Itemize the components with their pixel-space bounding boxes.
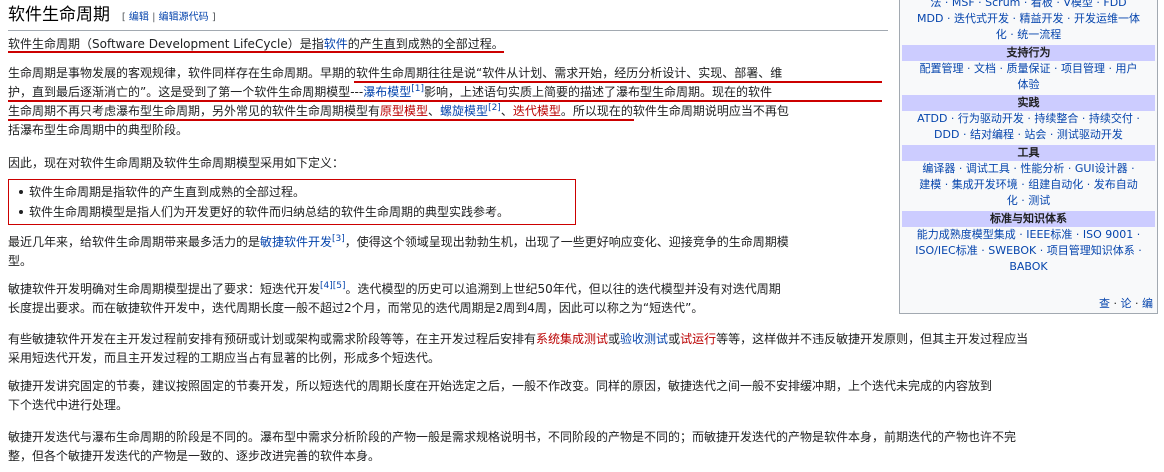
section-heading: 软件生命周期 [ 编辑 | 编辑源代码 ] — [8, 4, 888, 31]
link-system-integration-test[interactable]: 系统集成测试 — [536, 332, 608, 346]
practices-list[interactable]: ATDD · 行为驱动开发 · 持续整合 · 持续交付 · DDD · 结对编程… — [900, 111, 1157, 143]
text-line: 敏捷开发讲究固定的节奏，建议按照固定的节奏开发，所以短迭代的周期长度在开始选定之… — [8, 379, 993, 393]
practices-line[interactable]: DDD · 结对编程 · 站会 · 测试驱动开发 — [906, 127, 1151, 143]
text: 、 — [428, 104, 441, 118]
bracket-open: [ — [121, 12, 126, 23]
section-header-standards: 标准与知识体系 — [902, 211, 1155, 227]
link-acceptance-test[interactable]: 验收测试 — [620, 332, 668, 346]
citation-1[interactable]: [1] — [411, 84, 424, 94]
link-iterative-model[interactable]: 迭代模型 — [513, 104, 561, 118]
link-prototype-model[interactable]: 原型模型 — [380, 104, 428, 118]
red-underline — [8, 119, 634, 121]
separator: · — [1113, 297, 1118, 310]
text: 。所以现在的软件生命周期说明应当不再包 — [560, 104, 789, 118]
list-item: 软件生命周期模型是指人们为开发更好的软件而归纳总结的软件生命周期的典型实践参考。 — [17, 202, 575, 222]
standards-line[interactable]: ISO/IEC标准 · SWEBOK · 项目管理知识体系 · — [906, 243, 1151, 259]
text-line: 采用短迭代开发，而且主开发过程的工期应当占有显著的比例，形成多个短迭代。 — [8, 351, 441, 365]
link-spiral-model[interactable]: 螺旋模型 — [440, 104, 488, 118]
paragraph-phases-differ: 敏捷开发迭代与瀑布生命周期的阶段是不同的。瀑布型中需求分析阶段的产物一般是需求规… — [8, 428, 1158, 466]
methods-line[interactable]: 化 · 统一流程 — [906, 27, 1151, 43]
text: 、 — [500, 104, 513, 118]
paragraph-pre-post-phases: 有些敏捷软件开发在主开发过程前安排有预研或计划或架构或需求阶段等等，在主开发过程… — [8, 330, 1158, 368]
text-line: 型。 — [8, 254, 33, 268]
text: 。迭代模型的历史可以追溯到上世纪50年代，但以往的迭代模型并没有对迭代周期 — [345, 282, 781, 296]
section-header-support: 支持行为 — [902, 45, 1155, 61]
underlined-definition: 软件生命周期（Software Development LifeCycle）是指… — [8, 37, 504, 53]
tools-line[interactable]: 编译器 · 调试工具 · 性能分析 · GUI设计器 · — [906, 161, 1151, 177]
standards-line[interactable]: BABOK — [906, 259, 1151, 275]
section-header-practices: 实践 — [902, 95, 1155, 111]
section-header-tools: 工具 — [902, 145, 1155, 161]
vte-links: 查 · 论 · 编 — [1099, 295, 1153, 311]
paragraph-lifecycle: 生命周期是事物发展的客观规律，软件同样存在生命周期。早期的软件生命周期往往是说“… — [8, 64, 888, 140]
section-title: 软件生命周期 — [8, 5, 110, 25]
paragraph-definition: 软件生命周期（Software Development LifeCycle）是指… — [8, 35, 504, 54]
text: 等等，这样做并不违反敏捷开发原则，但其主开发过程应当 — [716, 332, 1029, 346]
practices-line[interactable]: ATDD · 行为驱动开发 · 持续整合 · 持续交付 · — [906, 111, 1151, 127]
paragraph-short-iteration: 敏捷软件开发明确对生命周期模型提出了要求：短迭代开发[4][5]。迭代模型的历史… — [8, 280, 888, 318]
tools-line[interactable]: 化 · 测试 — [906, 193, 1151, 209]
separator: · — [1135, 297, 1139, 310]
list-item: 软件生命周期是指软件的产生直到成熟的全部过程。 — [17, 182, 575, 202]
text: 生命周期不再只考虑瀑布型生命周期，另外常见的软件生命周期模型有 — [8, 104, 381, 118]
text: 影响，上述语句实质上简要的描述了瀑布型生命周期。现在的软件 — [423, 85, 772, 99]
tools-line[interactable]: 建模 · 集成开发环境 · 组建自动化 · 发布自动 — [906, 177, 1151, 193]
definition-list: 软件生命周期是指软件的产生直到成熟的全部过程。 软件生命周期模型是指人们为开发更… — [17, 182, 575, 222]
methods-line[interactable]: 法 · MSF · Scrum · 看板 · V模型 · FDD — [906, 0, 1151, 11]
standards-list[interactable]: 能力成熟度模型集成 · IEEE标准 · ISO 9001 · ISO/IEC标… — [900, 227, 1157, 275]
support-line[interactable]: 体验 — [906, 77, 1151, 93]
text: ，使得这个领域呈现出勃勃生机，出现了一些更好响应变化、迎接竞争的生命周期模 — [344, 235, 789, 249]
text-line: 下个迭代中进行处理。 — [8, 398, 129, 412]
standards-line[interactable]: 能力成熟度模型集成 · IEEE标准 · ISO 9001 · — [906, 227, 1151, 243]
view-template-link[interactable]: 查 — [1099, 297, 1110, 310]
text: 有些敏捷软件开发在主开发过程前安排有预研或计划或架构或需求阶段等等，在主开发过程… — [8, 332, 537, 346]
citation-4-5[interactable]: [4][5] — [320, 281, 346, 291]
navbox-sidebar: 法 · MSF · Scrum · 看板 · V模型 · FDD MDD · 迭… — [899, 0, 1158, 314]
text-line: 长度提出要求。而在敏捷软件开发中，迭代周期长度一般不超过2个月，而常见的迭代周期… — [8, 301, 704, 315]
link-waterfall-model[interactable]: 瀑布模型 — [363, 85, 411, 99]
edit-separator: | — [152, 12, 156, 23]
edit-links: [ 编辑 | 编辑源代码 ] — [122, 12, 216, 23]
red-underline — [354, 81, 882, 83]
text: 软件生命周期（Software Development LifeCycle）是指 — [8, 37, 324, 51]
paragraph-intro-definitions: 因此，现在对软件生命周期及软件生命周期模型采用如下定义： — [8, 156, 345, 170]
edit-link[interactable]: 编辑 — [129, 12, 149, 23]
link-agile-development[interactable]: 敏捷软件开发 — [260, 235, 332, 249]
text: 最近几年来，给软件生命周期带来最多活力的是 — [8, 235, 261, 249]
citation-3[interactable]: [3] — [332, 234, 345, 244]
text: 或 — [668, 332, 681, 346]
red-underline — [8, 100, 882, 102]
text-line: 括瀑布型生命周期中的典型阶段。 — [8, 123, 189, 137]
support-list[interactable]: 配置管理 · 文档 · 质量保证 · 项目管理 · 用户 体验 — [900, 61, 1157, 93]
bracket-close: ] — [211, 12, 216, 23]
definition-box: 软件生命周期是指软件的产生直到成熟的全部过程。 软件生命周期模型是指人们为开发更… — [8, 179, 576, 225]
text-line: 整，但各个敏捷开发迭代的产物是一致的、逐步改进完善的软件本身。 — [8, 449, 381, 463]
edit-template-link[interactable]: 编 — [1142, 297, 1153, 310]
text: 或 — [608, 332, 621, 346]
methods-list[interactable]: 法 · MSF · Scrum · 看板 · V模型 · FDD MDD · 迭… — [900, 0, 1157, 43]
text: 敏捷软件开发明确对生命周期模型提出了要求：短迭代开发 — [8, 282, 321, 296]
text-line: 敏捷开发迭代与瀑布生命周期的阶段是不同的。瀑布型中需求分析阶段的产物一般是需求规… — [8, 430, 1017, 444]
paragraph-rhythm: 敏捷开发讲究固定的节奏，建议按照固定的节奏开发，所以短迭代的周期长度在开始选定之… — [8, 377, 1158, 415]
citation-2[interactable]: [2] — [488, 103, 501, 113]
link-trial-run[interactable]: 试运行 — [680, 332, 716, 346]
tools-list[interactable]: 编译器 · 调试工具 · 性能分析 · GUI设计器 · 建模 · 集成开发环境… — [900, 161, 1157, 209]
link-software[interactable]: 软件 — [324, 37, 348, 51]
methods-line[interactable]: MDD · 迭代式开发 · 精益开发 · 开发运维一体 — [906, 11, 1151, 27]
talk-template-link[interactable]: 论 — [1121, 297, 1132, 310]
paragraph-agile: 最近几年来，给软件生命周期带来最多活力的是敏捷软件开发[3]，使得这个领域呈现出… — [8, 233, 888, 271]
edit-source-link[interactable]: 编辑源代码 — [159, 12, 209, 23]
support-line[interactable]: 配置管理 · 文档 · 质量保证 · 项目管理 · 用户 — [906, 61, 1151, 77]
text: 的产生直到成熟的全部过程。 — [347, 37, 504, 51]
text: 护，直到最后逐渐消亡的”。这是受到了第一个软件生命周期模型--- — [8, 85, 364, 99]
